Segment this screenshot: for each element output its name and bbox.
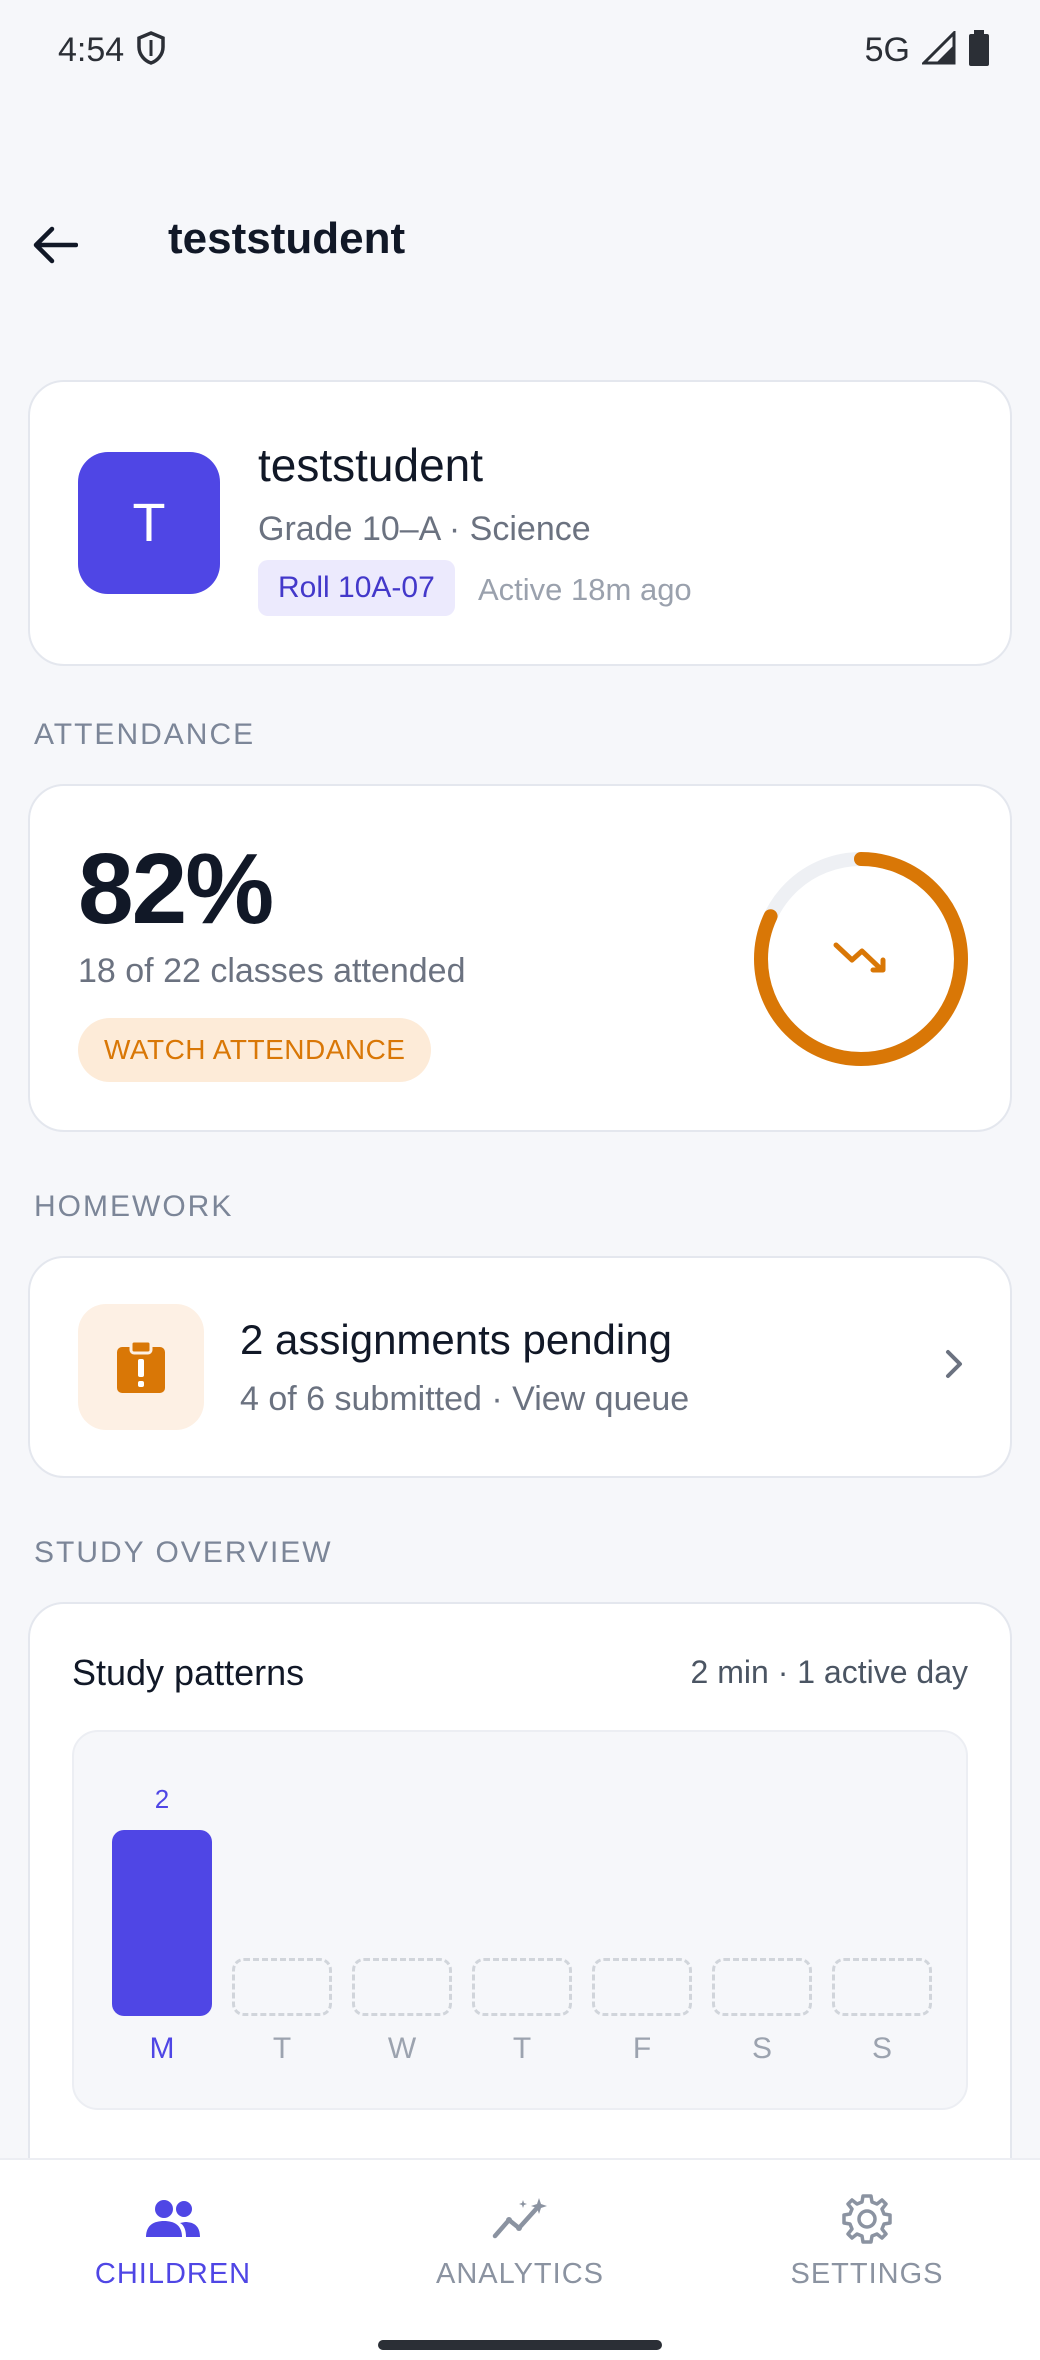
chart-bar <box>232 1958 332 2016</box>
home-indicator <box>378 2340 662 2350</box>
back-button[interactable] <box>28 218 82 272</box>
study-section-label: STUDY OVERVIEW <box>34 1536 333 1569</box>
signal-icon <box>920 28 956 70</box>
chart-bar-column: S <box>832 1732 932 2112</box>
last-active-text: Active 18m ago <box>478 572 692 607</box>
nav-settings-label: SETTINGS <box>790 2258 944 2290</box>
chart-bar <box>112 1830 212 2016</box>
network-label: 5G <box>864 30 910 69</box>
study-title: Study patterns <box>72 1652 305 1693</box>
chart-day-label: T <box>512 2032 532 2065</box>
student-name: teststudent <box>258 439 484 491</box>
attendance-status-badge: WATCH ATTENDANCE <box>78 1018 432 1082</box>
nav-children[interactable]: CHILDREN <box>0 2160 346 2310</box>
chart-bar-column: T <box>472 1732 572 2112</box>
chart-day-label: S <box>871 2032 892 2065</box>
grade-text: Grade 10–A · Science <box>258 510 591 548</box>
shield-icon <box>136 30 166 70</box>
chart-bar <box>712 1958 812 2016</box>
arrow-left-icon <box>33 226 78 264</box>
nav-analytics-label: ANALYTICS <box>435 2258 604 2290</box>
battery-icon <box>968 29 990 71</box>
study-chart: 2MTWTFSS <box>72 1730 968 2110</box>
bottom-nav: CHILDREN ANALYTICS SETTINGS <box>0 2158 1040 2360</box>
chart-bar-column: S <box>712 1732 812 2112</box>
homework-subtitle: 4 of 6 submitted · View queue <box>240 1380 690 1418</box>
chart-day-label: F <box>632 2032 652 2065</box>
chart-bar-column: T <box>232 1732 332 2112</box>
nav-settings[interactable]: SETTINGS <box>694 2160 1040 2310</box>
chart-bar <box>832 1958 932 2016</box>
chart-bar-column: F <box>592 1732 692 2112</box>
study-meta: 2 min · 1 active day <box>690 1654 968 1690</box>
nav-children-label: CHILDREN <box>94 2258 252 2290</box>
chart-bar <box>592 1958 692 2016</box>
homework-section-label: HOMEWORK <box>34 1190 234 1223</box>
homework-icon-box <box>78 1304 204 1430</box>
chart-bar-value: 2 <box>154 1784 170 1814</box>
chart-day-label: M <box>149 2032 175 2065</box>
nav-analytics[interactable]: ANALYTICS <box>347 2160 693 2310</box>
roll-badge: Roll 10A-07 <box>258 560 455 616</box>
attendance-percent: 82% <box>78 833 274 945</box>
app-bar: teststudent <box>0 190 1040 300</box>
chart-bar <box>352 1958 452 2016</box>
profile-card[interactable]: T teststudent Grade 10–A · Science Roll … <box>28 380 1012 666</box>
homework-card[interactable]: 2 assignments pending 4 of 6 submitted ·… <box>28 1256 1012 1478</box>
attendance-progress-ring <box>754 852 968 1066</box>
status-time: 4:54 <box>58 30 125 69</box>
chart-day-label: S <box>751 2032 772 2065</box>
chart-bar-column: W <box>352 1732 452 2112</box>
page-title: teststudent <box>168 214 406 263</box>
attendance-section-label: ATTENDANCE <box>34 718 256 751</box>
analytics-icon <box>489 2192 551 2246</box>
avatar: T <box>78 452 220 594</box>
homework-title: 2 assignments pending <box>240 1316 672 1363</box>
chart-day-label: W <box>387 2032 417 2065</box>
chevron-right-icon <box>946 1350 962 1378</box>
chart-bar <box>472 1958 572 2016</box>
people-icon <box>142 2192 204 2246</box>
gear-icon <box>836 2192 898 2246</box>
study-card: Study patterns 2 min · 1 active day 2MTW… <box>28 1602 1012 2222</box>
attendance-card[interactable]: 82% 18 of 22 classes attended WATCH ATTE… <box>28 784 1012 1132</box>
status-bar: 4:54 5G <box>0 0 1040 100</box>
trending-down-icon <box>833 942 886 973</box>
clipboard-alert-icon <box>117 1339 165 1393</box>
attendance-summary: 18 of 22 classes attended <box>78 952 466 990</box>
chart-day-label: T <box>272 2032 292 2065</box>
chart-bar-column: 2M <box>112 1732 212 2112</box>
